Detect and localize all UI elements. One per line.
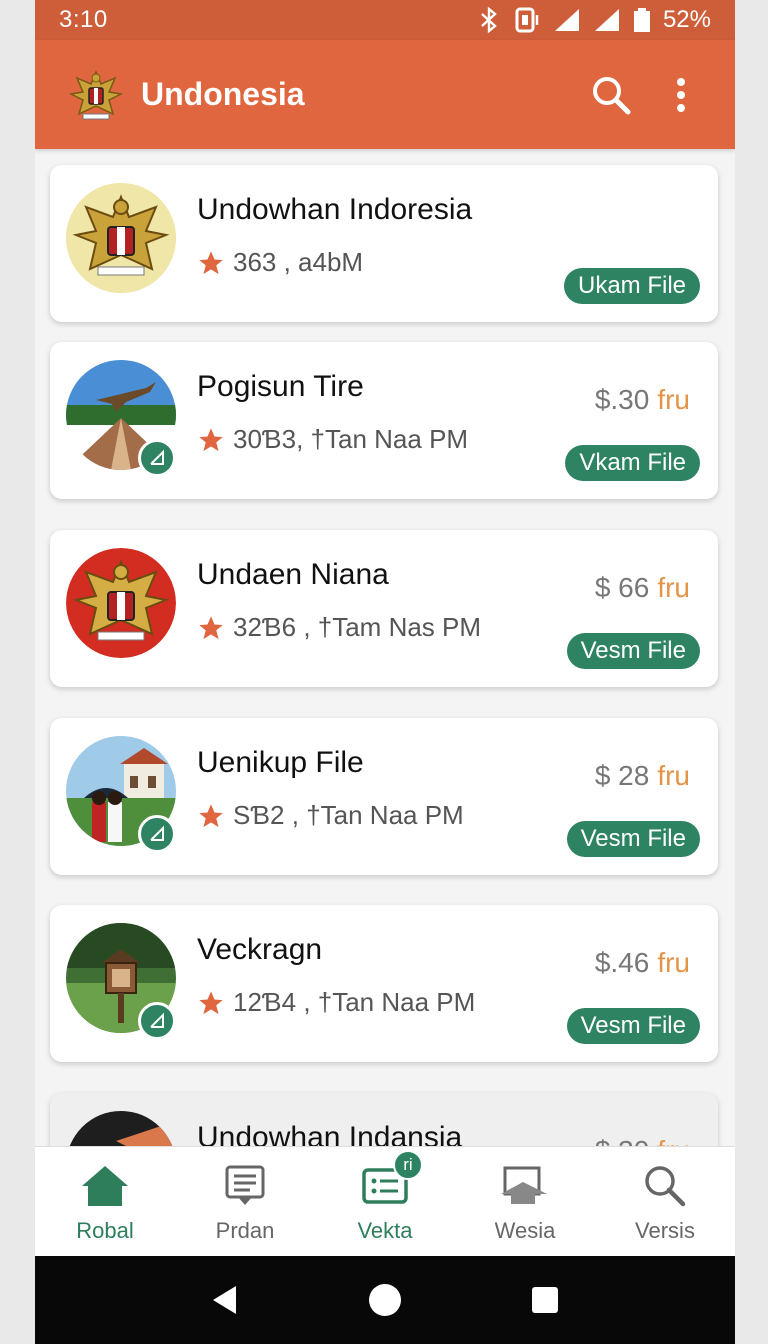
- back-button[interactable]: [195, 1270, 255, 1330]
- list-item[interactable]: Undaen Niana 32Ɓ6 , †Tam Nas PM $ 66 fru …: [50, 530, 718, 687]
- search-icon: [639, 1160, 691, 1212]
- meta-text: 12Ɓ4 , †Tan Naa PM: [233, 987, 476, 1017]
- card-title: Veckragn: [197, 933, 323, 966]
- edit-badge: [138, 1002, 176, 1040]
- nav-item-wesia[interactable]: Wesia: [455, 1147, 595, 1256]
- list-item[interactable]: Pogisun Tire 30Ɓ3, †Tan Naa PM $.30 fru V…: [50, 342, 718, 499]
- list-item[interactable]: Uenikup File SƁ2 , †Tan Naa PM $ 28 fru V…: [50, 718, 718, 875]
- recents-icon: [532, 1287, 558, 1313]
- nav-label: Prdan: [215, 1217, 275, 1243]
- card-title: Uenikup File: [197, 746, 364, 779]
- meta-text: 363 , a4bM: [233, 247, 364, 277]
- phone-screen: 3:10 52% Undonesia Undowhan Indoresia 36…: [35, 0, 735, 1344]
- list-item[interactable]: Veckragn 12Ɓ4 , †Tan Naa PM $.46 fru Vesm…: [50, 905, 718, 1062]
- nav-item-robal[interactable]: Robal: [35, 1147, 175, 1256]
- nav-label: Vekta: [357, 1217, 413, 1243]
- back-icon: [213, 1286, 236, 1314]
- home-circle-icon: [369, 1284, 401, 1316]
- upload-icon: [499, 1160, 551, 1212]
- file-list: Undowhan Indoresia 363 , a4bM Ukam File: [35, 149, 735, 1146]
- signal-icon-1: [553, 7, 581, 33]
- card-meta: 363 , a4bM: [197, 247, 363, 278]
- signal-icon-2: [593, 7, 621, 33]
- edit-icon: [150, 1012, 164, 1028]
- status-time: 3:10: [59, 6, 108, 33]
- list-icon: ri: [359, 1149, 423, 1212]
- nav-label: Versis: [635, 1217, 695, 1243]
- card-price: $ 66 fru: [595, 572, 690, 604]
- home-button[interactable]: [355, 1270, 415, 1330]
- price-amount: $ 28: [594, 760, 650, 791]
- file-button[interactable]: Ukam File: [563, 268, 700, 304]
- file-button[interactable]: Vesm File: [566, 821, 700, 857]
- price-unit: fru: [657, 384, 690, 415]
- status-icons: 52%: [479, 6, 711, 34]
- price-amount: $ 66: [594, 572, 650, 603]
- card-meta: SƁ2 , †Tan Naa PM: [197, 800, 464, 831]
- recents-button[interactable]: [515, 1270, 575, 1330]
- bottom-nav: Robal Prdan ri Vekta Wesia Versis: [35, 1146, 735, 1256]
- more-vert-icon: [677, 77, 685, 112]
- list-item[interactable]: Undowhan Indansia $.30 fru: [50, 1093, 718, 1146]
- avatar: [66, 548, 176, 658]
- star-icon: [199, 990, 223, 1014]
- garuda-logo: [65, 64, 127, 126]
- nav-item-vekta[interactable]: ri Vekta: [315, 1147, 455, 1256]
- battery-icon: [633, 7, 651, 33]
- edit-badge: [138, 439, 176, 477]
- card-price: $ 28 fru: [595, 760, 690, 792]
- nav-label: Robal: [76, 1217, 134, 1243]
- meta-text: 30Ɓ3, †Tan Naa PM: [233, 424, 469, 454]
- edit-icon: [150, 449, 164, 465]
- search-icon: [593, 76, 631, 114]
- edit-badge: [138, 815, 176, 853]
- price-amount: $.30: [595, 1135, 650, 1146]
- star-icon: [199, 250, 223, 274]
- star-icon: [199, 427, 223, 451]
- card-price: $.30 fru: [595, 1135, 690, 1146]
- vibrate-icon: [511, 7, 541, 33]
- meta-text: 32Ɓ6 , †Tam Nas PM: [233, 612, 482, 642]
- list-item[interactable]: Undowhan Indoresia 363 , a4bM Ukam File: [50, 165, 718, 322]
- battery-percent: 52%: [662, 6, 711, 33]
- card-meta: 12Ɓ4 , †Tan Naa PM: [197, 987, 475, 1018]
- document-icon: [219, 1160, 271, 1212]
- nav-label: Wesia: [494, 1217, 556, 1243]
- avatar: [66, 183, 176, 293]
- file-button[interactable]: Vkam File: [565, 445, 700, 481]
- nav-item-prdan[interactable]: Prdan: [175, 1147, 315, 1256]
- star-icon: [199, 803, 223, 827]
- app-title: Undonesia: [141, 76, 305, 112]
- search-button[interactable]: [587, 71, 635, 119]
- system-nav-bar: [35, 1256, 735, 1344]
- more-options-button[interactable]: [657, 71, 705, 119]
- card-price: $.46 fru: [595, 947, 690, 979]
- status-bar: 3:10 52%: [35, 0, 735, 40]
- avatar: [66, 1111, 176, 1146]
- card-title: Undowhan Indoresia: [197, 193, 473, 226]
- price-amount: $.46: [594, 947, 650, 978]
- app-bar: Undonesia: [35, 40, 735, 149]
- meta-text: SƁ2 , †Tan Naa PM: [233, 800, 464, 830]
- price-unit: fru: [657, 572, 690, 603]
- file-button[interactable]: Vesm File: [566, 633, 700, 669]
- price-amount: $.30: [594, 384, 650, 415]
- home-icon: [79, 1160, 131, 1212]
- star-icon: [199, 615, 223, 639]
- bluetooth-icon: [479, 7, 499, 33]
- card-meta: 30Ɓ3, †Tan Naa PM: [197, 424, 468, 455]
- file-button[interactable]: Vesm File: [566, 1008, 700, 1044]
- nav-item-versis[interactable]: Versis: [595, 1147, 735, 1256]
- price-unit: fru: [657, 1135, 690, 1146]
- price-unit: fru: [657, 760, 690, 791]
- card-meta: 32Ɓ6 , †Tam Nas PM: [197, 612, 481, 643]
- card-title: Undaen Niana: [197, 558, 389, 591]
- card-title: Pogisun Tire: [197, 370, 364, 403]
- edit-icon: [150, 825, 164, 841]
- notification-badge: ri: [393, 1149, 423, 1180]
- price-unit: fru: [657, 947, 690, 978]
- card-title: Undowhan Indansia: [197, 1121, 463, 1146]
- card-price: $.30fru: [595, 384, 690, 416]
